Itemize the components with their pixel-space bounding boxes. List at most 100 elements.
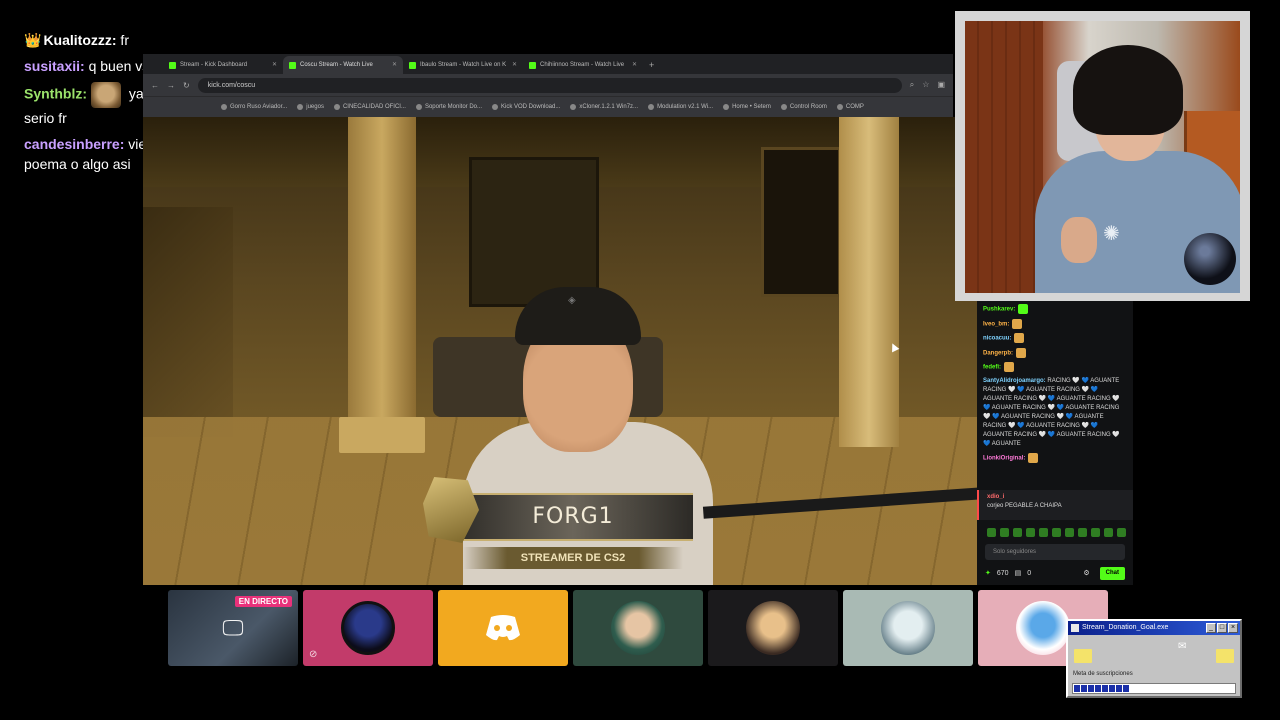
chat-message: 👑 Kualitozzz: fr bbox=[24, 30, 284, 50]
progress-segment bbox=[1109, 685, 1115, 692]
webcam-person bbox=[1061, 217, 1097, 263]
browser-tab-active[interactable]: Coscu Stream - Watch Live ✕ bbox=[283, 56, 403, 74]
chat-input[interactable]: Solo seguidores bbox=[985, 544, 1125, 560]
tile-discord[interactable] bbox=[438, 590, 568, 666]
emote-icon bbox=[1018, 304, 1029, 314]
emote-icon bbox=[1078, 528, 1087, 537]
gift-icon[interactable]: ▤ bbox=[1015, 569, 1022, 578]
kick-chat-message: fedefi: bbox=[983, 362, 1127, 373]
kick-icon bbox=[409, 61, 416, 69]
donation-goal-window: Stream_Donation_Goal.exe _ □ × ✉ Meta de… bbox=[1066, 619, 1242, 698]
tab-title: Chihiinnoo Stream - Watch Live bbox=[540, 62, 625, 68]
settings-icon[interactable]: ⚙ bbox=[1083, 569, 1089, 578]
flying-paper-icon: ✉ bbox=[1178, 641, 1187, 652]
video-scene bbox=[348, 117, 416, 437]
star-icon[interactable]: ☆ bbox=[922, 80, 929, 90]
tab-title: Stream - Kick Dashboard bbox=[180, 62, 248, 68]
progress-segment bbox=[1102, 685, 1108, 692]
bookmark-item[interactable]: Soporte Monitor Do... bbox=[415, 104, 482, 110]
kick-icon bbox=[169, 61, 176, 69]
bookmark-item[interactable]: juegos bbox=[297, 104, 324, 110]
video-player[interactable]: ◈ FORG1 STREAMER DE CS2 bbox=[143, 117, 977, 585]
close-icon[interactable]: × bbox=[1228, 623, 1238, 633]
close-icon[interactable]: ✕ bbox=[272, 56, 277, 74]
bookmark-item[interactable]: Gorro Ruso Aviador... bbox=[221, 104, 287, 110]
kick-chat-message: Iveo_bm: bbox=[983, 318, 1127, 330]
emote-icon bbox=[1065, 528, 1074, 537]
lower-third-name: FORG1 bbox=[532, 504, 614, 529]
browser-tab[interactable]: Ibaulo Stream - Watch Live on K ✕ bbox=[403, 56, 523, 74]
bookmark-item[interactable]: Home • Setem bbox=[723, 104, 771, 110]
forward-icon[interactable]: → bbox=[167, 81, 175, 90]
bookmark-item[interactable]: COMP bbox=[836, 104, 864, 110]
emote-icon bbox=[1052, 528, 1061, 537]
chat-send-button[interactable]: Chat bbox=[1099, 566, 1125, 580]
points-icon: ✦ bbox=[985, 569, 991, 577]
webcam-person bbox=[1073, 45, 1183, 135]
emote-icon bbox=[1026, 528, 1035, 537]
toolbar-icons: ⌕ ☆ ▣ bbox=[910, 80, 945, 90]
extension-icon[interactable]: ▣ bbox=[937, 80, 945, 90]
emote-icon bbox=[1014, 333, 1025, 344]
progress-segment bbox=[1095, 685, 1101, 692]
kick-icon bbox=[529, 61, 536, 69]
window-controls: _ □ × bbox=[1206, 623, 1238, 633]
browser-toolbar: ← → ↻ kick.com/coscu ⌕ ☆ ▣ bbox=[143, 74, 953, 96]
maximize-icon[interactable]: □ bbox=[1217, 623, 1227, 633]
tab-title: Coscu Stream - Watch Live bbox=[300, 62, 373, 68]
pinned-message[interactable]: xdio_i corjeo PEGABLE A CHAIPA bbox=[977, 490, 1133, 520]
window-title: Stream_Donation_Goal.exe bbox=[1082, 624, 1169, 631]
close-icon[interactable]: ✕ bbox=[512, 56, 517, 74]
bookmark-item[interactable]: Control Room bbox=[780, 104, 827, 110]
crown-icon: 👑 bbox=[24, 32, 42, 48]
minimize-icon[interactable]: _ bbox=[1206, 623, 1216, 633]
chat-text: fr bbox=[116, 32, 129, 48]
progress-segment bbox=[1088, 685, 1094, 692]
back-icon[interactable]: ← bbox=[151, 81, 159, 90]
emote-icon bbox=[1117, 528, 1126, 537]
pinned-user: xdio_i bbox=[987, 494, 1005, 500]
shirt-logo-icon: ✺ bbox=[1103, 223, 1120, 245]
emote-icon bbox=[1028, 452, 1039, 463]
monitor-icon: 🖵 bbox=[222, 615, 244, 640]
emote-icon bbox=[1000, 528, 1009, 537]
browser-tab[interactable]: Stream - Kick Dashboard ✕ bbox=[163, 56, 283, 74]
tile-ninja-avatar[interactable]: ⊘ bbox=[303, 590, 433, 666]
bookmark-item[interactable]: Modulation v2.1 Wi... bbox=[648, 104, 713, 110]
search-icon[interactable]: ⌕ bbox=[910, 80, 914, 90]
bookmark-item[interactable]: CINECALIDAD OFICI... bbox=[333, 104, 406, 110]
window-titlebar[interactable]: Stream_Donation_Goal.exe _ □ × bbox=[1068, 621, 1240, 635]
folder-icon bbox=[1074, 649, 1092, 663]
browser-tab[interactable]: Chihiinnoo Stream - Watch Live ✕ bbox=[523, 56, 643, 74]
avatar bbox=[746, 601, 800, 655]
chat-username: Kualitozzz: bbox=[43, 32, 117, 48]
emote-icon bbox=[1039, 528, 1048, 537]
kick-chat-message: Dangerpb: bbox=[983, 347, 1127, 359]
folder-icon bbox=[1216, 649, 1234, 663]
avatar bbox=[881, 601, 935, 655]
tile-anime-avatar[interactable] bbox=[843, 590, 973, 666]
emote-icon bbox=[91, 82, 121, 108]
new-tab-button[interactable]: + bbox=[643, 56, 654, 74]
mute-icon: ⊘ bbox=[309, 649, 318, 660]
live-badge: EN DIRECTO bbox=[234, 596, 292, 607]
bookmark-item[interactable]: Kick VOD Download... bbox=[492, 104, 560, 110]
points-count: 670 bbox=[996, 569, 1009, 577]
progress-segment bbox=[1081, 685, 1087, 692]
lower-third-subtitle: STREAMER DE CS2 bbox=[463, 547, 683, 569]
discord-icon bbox=[486, 615, 520, 641]
close-icon[interactable]: ✕ bbox=[392, 56, 397, 74]
address-bar[interactable]: kick.com/coscu bbox=[197, 77, 902, 93]
video-scene bbox=[469, 157, 599, 307]
avatar bbox=[611, 601, 665, 655]
avatar bbox=[341, 601, 395, 655]
emote-bar[interactable] bbox=[987, 528, 1126, 537]
webcam-frame: ✺ bbox=[955, 11, 1250, 301]
tile-screen-share[interactable]: EN DIRECTO 🖵 bbox=[168, 590, 298, 666]
close-icon[interactable]: ✕ bbox=[632, 56, 637, 74]
bookmark-item[interactable]: xCloner.1.2.1 Win7z... bbox=[570, 104, 638, 110]
reload-icon[interactable]: ↻ bbox=[183, 81, 190, 90]
tile-blonde-avatar[interactable] bbox=[708, 590, 838, 666]
tile-cap-avatar[interactable] bbox=[573, 590, 703, 666]
webcam-scene bbox=[965, 21, 1043, 293]
